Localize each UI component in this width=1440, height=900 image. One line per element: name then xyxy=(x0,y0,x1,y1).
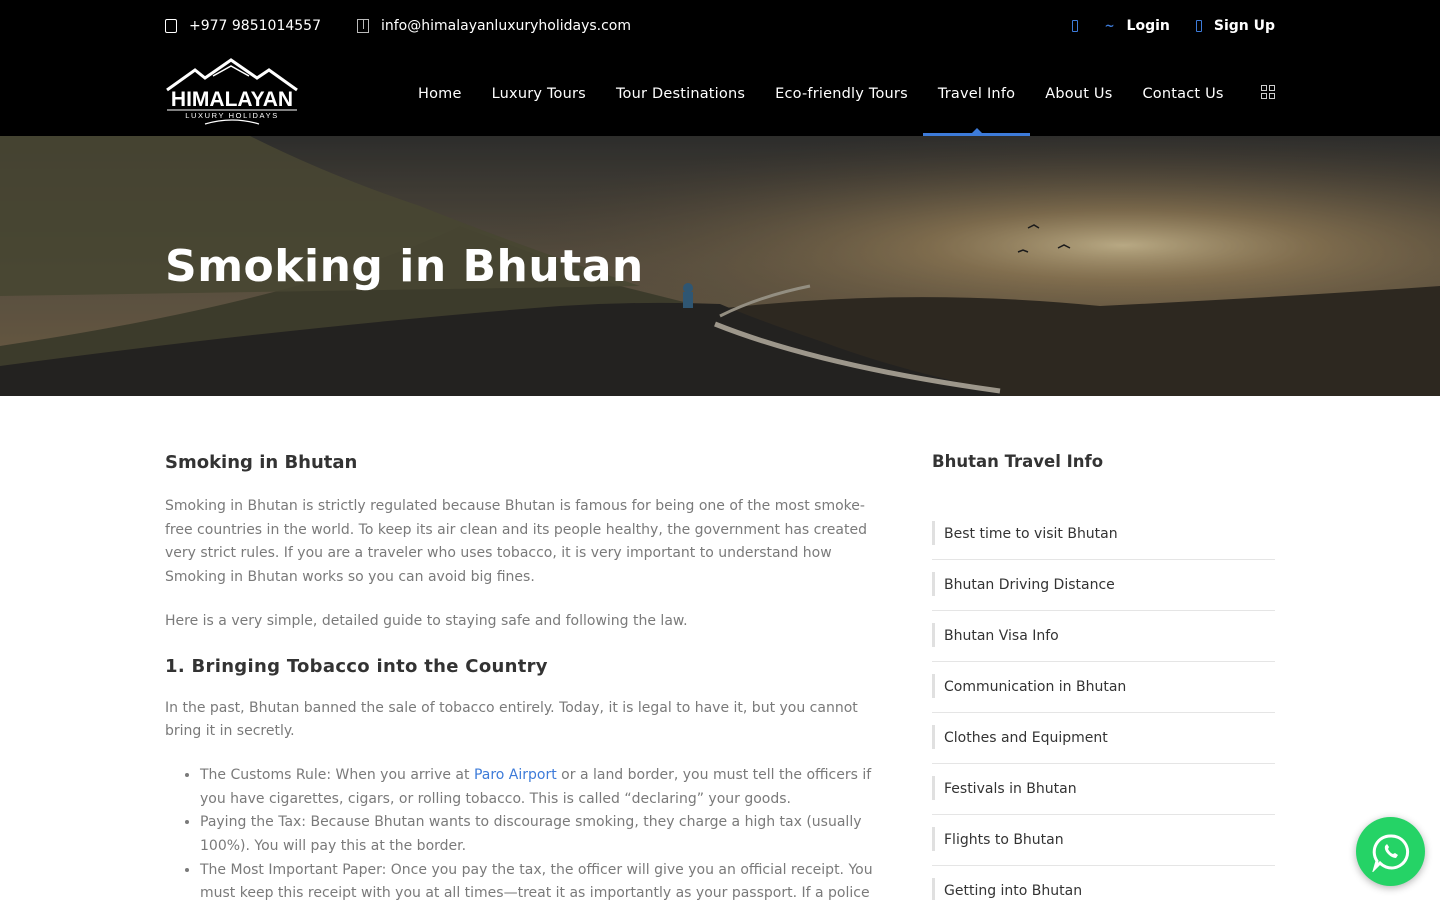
nav-about-us[interactable]: About Us xyxy=(1030,52,1127,136)
signup-label: Sign Up xyxy=(1213,18,1275,34)
logo-title: HIMALAYAN xyxy=(171,88,293,111)
sidebar-item-clothes-equipment[interactable]: Clothes and Equipment xyxy=(932,713,1275,764)
article-intro-2: Here is a very simple, detailed guide to… xyxy=(165,612,688,629)
nav-luxury-tours[interactable]: Luxury Tours xyxy=(477,52,601,136)
sidebar: Bhutan Travel Info Best time to visit Bh… xyxy=(932,452,1275,900)
sidebar-title: Bhutan Travel Info xyxy=(932,452,1104,471)
user-icon xyxy=(1195,20,1202,32)
list-item: The Most Important Paper: Once you pay t… xyxy=(200,859,877,900)
sidebar-item-label: Getting into Bhutan xyxy=(944,883,1083,899)
sidebar-item-flights[interactable]: Flights to Bhutan xyxy=(932,815,1275,866)
sidebar-item-label: Bhutan Visa Info xyxy=(944,628,1059,644)
nav-home[interactable]: Home xyxy=(403,52,477,136)
page-title: Smoking in Bhutan xyxy=(165,241,644,292)
login-icon: ~ xyxy=(1104,19,1115,33)
sidebar-item-label: Festivals in Bhutan xyxy=(944,781,1077,797)
account-icon[interactable] xyxy=(1072,20,1079,32)
sidebar-item-driving-distance[interactable]: Bhutan Driving Distance xyxy=(932,560,1275,611)
phone-number[interactable]: +977 9851014557 xyxy=(189,18,321,34)
phone-icon xyxy=(165,19,177,33)
phone-contact[interactable]: +977 9851014557 xyxy=(165,18,321,34)
sidebar-item-label: Best time to visit Bhutan xyxy=(944,526,1118,542)
nav-tour-destinations[interactable]: Tour Destinations xyxy=(601,52,760,136)
sidebar-item-best-time[interactable]: Best time to visit Bhutan xyxy=(932,509,1275,560)
sidebar-item-label: Clothes and Equipment xyxy=(944,730,1108,746)
section-paragraph: In the past, Bhutan banned the sale of t… xyxy=(165,699,858,740)
email-contact[interactable]: info@himalayanluxuryholidays.com xyxy=(356,18,631,34)
login-label: Login xyxy=(1126,18,1170,34)
grid-menu-icon[interactable] xyxy=(1261,85,1275,99)
email-address[interactable]: info@himalayanluxuryholidays.com xyxy=(381,18,631,34)
sidebar-item-getting-into[interactable]: Getting into Bhutan xyxy=(932,866,1275,900)
paro-airport-link[interactable]: Paro Airport xyxy=(474,767,557,783)
article-heading: Smoking in Bhutan xyxy=(165,452,358,473)
list-item: The Customs Rule: When you arrive at Par… xyxy=(200,764,877,811)
hero-banner: Smoking in Bhutan xyxy=(0,136,1440,396)
logo-subtitle: LUXURY HOLIDAYS xyxy=(185,111,279,120)
sidebar-item-label: Flights to Bhutan xyxy=(944,832,1064,848)
section-list: The Customs Rule: When you arrive at Par… xyxy=(200,764,877,900)
list-item: Paying the Tax: Because Bhutan wants to … xyxy=(200,811,877,858)
whatsapp-button[interactable] xyxy=(1356,817,1425,886)
sidebar-item-communication[interactable]: Communication in Bhutan xyxy=(932,662,1275,713)
whatsapp-icon xyxy=(1371,833,1409,872)
article-intro: Smoking in Bhutan is strictly regulated … xyxy=(165,498,867,586)
signup-link[interactable]: Sign Up xyxy=(1195,18,1275,34)
sidebar-item-label: Bhutan Driving Distance xyxy=(944,577,1115,593)
envelope-icon xyxy=(356,19,369,33)
section-heading: 1. Bringing Tobacco into the Country xyxy=(165,655,548,677)
nav-travel-info[interactable]: Travel Info xyxy=(922,52,1031,136)
main-navbar: HIMALAYAN LUXURY HOLIDAYS Home Luxury To… xyxy=(0,52,1440,136)
sidebar-item-festivals[interactable]: Festivals in Bhutan xyxy=(932,764,1275,815)
nav-eco-friendly-tours[interactable]: Eco-friendly Tours xyxy=(760,52,923,136)
nav-contact-us[interactable]: Contact Us xyxy=(1127,52,1238,136)
article-content: Smoking in Bhutan Smoking in Bhutan is s… xyxy=(165,452,877,900)
login-link[interactable]: ~ Login xyxy=(1104,18,1169,34)
sidebar-item-label: Communication in Bhutan xyxy=(944,679,1127,695)
top-bar: +977 9851014557 info@himalayanluxuryholi… xyxy=(0,0,1440,52)
site-logo[interactable]: HIMALAYAN LUXURY HOLIDAYS xyxy=(165,58,299,130)
primary-nav: Home Luxury Tours Tour Destinations Eco-… xyxy=(403,52,1239,136)
list-item-text: The Customs Rule: When you arrive at xyxy=(200,766,474,783)
sidebar-item-visa-info[interactable]: Bhutan Visa Info xyxy=(932,611,1275,662)
